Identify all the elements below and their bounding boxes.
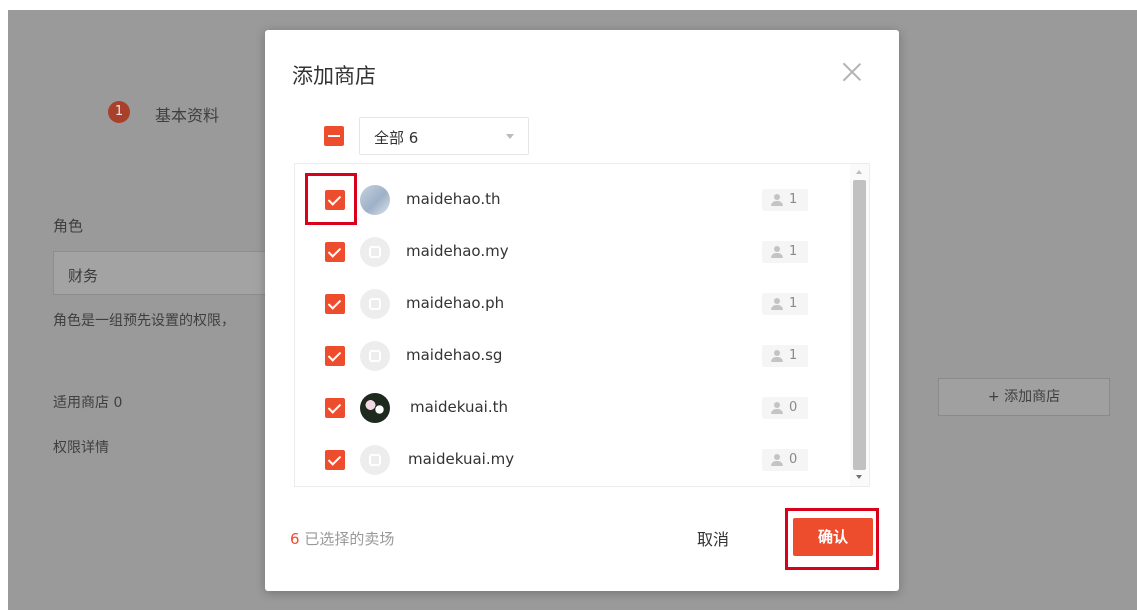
shop-row[interactable]: maidekuai.my 0 — [295, 434, 851, 486]
shop-row[interactable]: maidekuai.th 0 — [295, 382, 851, 434]
selected-count-text: 6 已选择的卖场 — [290, 528, 394, 549]
shop-list: maidehao.th 1 maidehao.my 1 maidehao.ph … — [294, 163, 870, 487]
member-count: 1 — [789, 296, 798, 311]
chevron-down-icon — [506, 134, 514, 139]
role-hint: 角色是一组预先设置的权限， — [53, 313, 235, 329]
shop-avatar — [360, 445, 390, 475]
member-count-badge: 0 — [762, 449, 808, 471]
scroll-down-arrow-icon[interactable] — [856, 475, 862, 479]
step-label: 基本资料 — [155, 106, 220, 125]
member-count: 0 — [789, 400, 798, 415]
shop-name: maidekuai.my — [408, 450, 515, 468]
person-icon — [771, 402, 783, 414]
shop-avatar — [360, 393, 390, 423]
shop-name: maidehao.th — [406, 190, 501, 208]
role-label: 角色 — [53, 217, 84, 235]
shop-filter-value: 全部 6 — [374, 129, 419, 147]
member-count-badge: 1 — [762, 189, 808, 211]
shop-checkbox[interactable] — [325, 346, 345, 366]
shop-avatar — [360, 185, 390, 215]
shop-list-scrollbar[interactable] — [850, 164, 869, 486]
shop-avatar — [360, 289, 390, 319]
member-count-badge: 1 — [762, 241, 808, 263]
add-shop-modal: 添加商店 全部 6 maidehao.th 1 maidehao.my 1 ma… — [265, 30, 899, 591]
person-icon — [771, 350, 783, 362]
scrollbar-thumb[interactable] — [853, 180, 866, 470]
shop-checkbox[interactable] — [325, 190, 345, 210]
member-count: 1 — [789, 192, 798, 207]
shop-checkbox[interactable] — [325, 294, 345, 314]
member-count: 1 — [789, 244, 798, 259]
person-icon — [771, 246, 783, 258]
shop-name: maidehao.sg — [406, 346, 503, 364]
member-count-badge: 0 — [762, 397, 808, 419]
member-count: 0 — [789, 452, 798, 467]
shop-checkbox[interactable] — [325, 242, 345, 262]
shop-checkbox[interactable] — [325, 450, 345, 470]
shop-avatar — [360, 341, 390, 371]
shop-row[interactable]: maidehao.th 1 — [295, 174, 851, 226]
shop-checkbox[interactable] — [325, 398, 345, 418]
shop-filter-select[interactable]: 全部 6 — [359, 117, 529, 155]
person-icon — [771, 194, 783, 206]
shop-name: maidehao.my — [406, 242, 509, 260]
selected-count-number: 6 — [290, 530, 300, 548]
shop-name: maidehao.ph — [406, 294, 505, 312]
shop-row[interactable]: maidehao.ph 1 — [295, 278, 851, 330]
shop-row[interactable]: maidehao.sg 1 — [295, 330, 851, 382]
shop-row[interactable]: maidehao.my 1 — [295, 226, 851, 278]
modal-title: 添加商店 — [292, 64, 376, 88]
shop-avatar — [360, 237, 390, 267]
person-icon — [771, 298, 783, 310]
confirm-button[interactable]: 确认 — [793, 518, 873, 556]
select-all-checkbox[interactable] — [324, 126, 344, 146]
applicable-shops-label: 适用商店 0 — [53, 395, 123, 411]
step-number-badge: 1 — [108, 101, 130, 123]
close-icon[interactable] — [839, 60, 865, 86]
selected-count-suffix: 已选择的卖场 — [304, 530, 395, 548]
cancel-button[interactable]: 取消 — [697, 526, 729, 550]
person-icon — [771, 454, 783, 466]
member-count-badge: 1 — [762, 293, 808, 315]
permission-details-label: 权限详情 — [53, 440, 109, 456]
member-count: 1 — [789, 348, 798, 363]
shop-name: maidekuai.th — [410, 398, 508, 416]
member-count-badge: 1 — [762, 345, 808, 367]
add-shop-button[interactable]: + 添加商店 — [938, 378, 1110, 416]
role-value: 财务 — [68, 267, 99, 285]
scroll-up-arrow-icon[interactable] — [856, 170, 862, 174]
